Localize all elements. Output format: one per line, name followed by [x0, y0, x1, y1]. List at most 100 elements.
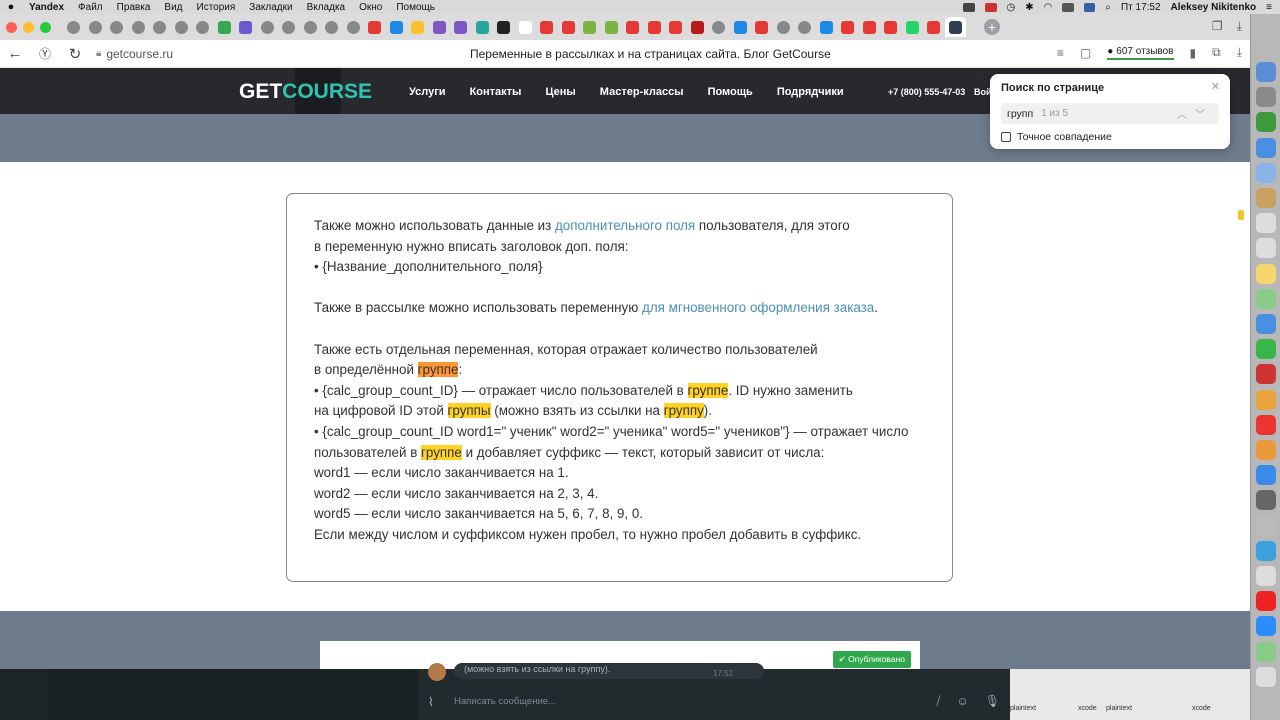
menu-list-icon[interactable]: ≡ [1266, 2, 1272, 13]
browser-tab[interactable] [536, 17, 558, 37]
emoji-icon[interactable]: ☺ [957, 694, 969, 709]
maximize-window-button[interactable] [40, 21, 51, 33]
reload-icon[interactable]: ↻ [60, 45, 90, 63]
chevron-down-icon[interactable]: ﹀ [1195, 110, 1213, 121]
dock-app-icon[interactable] [1256, 314, 1276, 334]
browser-tab[interactable] [493, 17, 515, 37]
apple-icon[interactable]: ● [0, 1, 22, 13]
nav-contractors[interactable]: Подрядчики [777, 86, 844, 98]
nav-help[interactable]: Помощь [708, 86, 753, 98]
protect-icon[interactable]: ▢ [1080, 46, 1091, 60]
menu-history[interactable]: История [190, 2, 243, 13]
browser-tab[interactable] [515, 17, 537, 37]
bookmark-icon[interactable]: ▮ [1190, 46, 1197, 60]
dock-app-icon[interactable] [1256, 137, 1276, 158]
battery-icon[interactable] [1062, 2, 1075, 12]
browser-tab[interactable] [773, 17, 795, 37]
browser-tab[interactable] [192, 17, 214, 37]
login-link[interactable]: Вой [974, 87, 992, 97]
browser-tab[interactable] [343, 17, 365, 37]
browser-tab[interactable] [902, 17, 924, 37]
zoom-status-icon[interactable] [962, 2, 975, 12]
dock-app-icon[interactable] [1256, 87, 1276, 108]
additional-field-link[interactable]: дополнительного поля [555, 218, 695, 233]
browser-tab[interactable] [407, 17, 429, 37]
instant-order-link[interactable]: для мгновенного оформления заказа [642, 300, 874, 315]
search-icon[interactable]: ⌕ [1105, 2, 1111, 13]
browser-tab[interactable] [85, 17, 107, 37]
chevron-up-icon[interactable]: ︿ [1177, 110, 1195, 121]
menu-app-name[interactable]: Yandex [22, 2, 71, 13]
browser-tab[interactable] [472, 17, 494, 37]
getcourse-logo[interactable]: GETCOURSE [239, 80, 372, 104]
dock-app-icon[interactable] [1256, 263, 1276, 284]
reviews-badge[interactable]: ● 607 отзывов [1107, 46, 1174, 60]
phone-link[interactable]: +7 (800) 555-47-03 [888, 87, 965, 97]
tabs-overview-icon[interactable]: ❐ [1212, 19, 1223, 34]
browser-tab[interactable] [644, 17, 666, 37]
dock-app-icon[interactable] [1256, 112, 1276, 133]
browser-tab[interactable] [386, 17, 408, 37]
minimize-window-button[interactable] [23, 21, 34, 33]
dock-app-icon[interactable] [1256, 162, 1276, 183]
command-icon[interactable]: ⧸ [936, 694, 940, 709]
nav-masterclasses[interactable]: Мастер-классы [600, 86, 684, 98]
browser-tab[interactable] [794, 17, 816, 37]
browser-tab[interactable] [149, 17, 171, 37]
dock-app-icon[interactable] [1256, 389, 1276, 410]
download-icon[interactable]: ⤓ [1237, 45, 1242, 60]
nav-contacts[interactable]: Контакты [470, 86, 522, 98]
url-field[interactable]: 🔒︎ getcourse.ru [96, 47, 173, 61]
close-window-button[interactable] [6, 21, 17, 33]
back-arrow-icon[interactable]: ← [0, 45, 30, 62]
dock-app-icon[interactable] [1256, 288, 1276, 309]
nav-prices[interactable]: Цены [545, 86, 575, 98]
dock-app-icon[interactable] [1256, 465, 1276, 486]
menu-edit[interactable]: Правка [110, 2, 158, 13]
dock-app-icon[interactable] [1256, 62, 1276, 82]
dock-app-icon[interactable] [1256, 641, 1276, 662]
menu-view[interactable]: Вид [157, 2, 189, 13]
browser-tab[interactable] [751, 17, 773, 37]
dock-app-icon[interactable] [1256, 238, 1276, 259]
time-machine-icon[interactable]: ◷ [1007, 2, 1016, 13]
dock-app-icon[interactable] [1256, 566, 1276, 586]
collections-icon[interactable]: ⧉ [1212, 45, 1221, 60]
browser-tab[interactable] [601, 17, 623, 37]
browser-tab[interactable] [665, 17, 687, 37]
browser-tab[interactable] [300, 17, 322, 37]
dock-app-icon[interactable] [1256, 616, 1276, 637]
dock-app-icon[interactable] [1256, 414, 1276, 435]
browser-tab[interactable] [214, 17, 236, 37]
exact-match-option[interactable]: Точное совпадение [1001, 131, 1219, 143]
browser-tab[interactable] [944, 17, 966, 37]
flag-icon[interactable] [1084, 2, 1096, 12]
browser-tab[interactable] [106, 17, 128, 37]
browser-tab[interactable] [450, 17, 472, 37]
dock-app-icon[interactable] [1256, 213, 1276, 234]
browser-tab[interactable] [579, 17, 601, 37]
menu-bookmarks[interactable]: Закладки [242, 2, 299, 13]
browser-tab[interactable] [63, 17, 85, 37]
browser-tab[interactable] [687, 17, 709, 37]
paperclip-icon[interactable]: ⌇ [428, 695, 434, 709]
find-search-input[interactable]: групп 1 из 5 ︿﹀ [1001, 103, 1219, 124]
yandex-icon[interactable]: Ⓨ [30, 45, 60, 62]
menu-help[interactable]: Помощь [389, 2, 442, 13]
dock-app-icon[interactable] [1256, 339, 1276, 360]
browser-tab[interactable] [171, 17, 193, 37]
scrollbar-search-marker[interactable] [1238, 210, 1244, 220]
browser-tab[interactable] [429, 17, 451, 37]
browser-tab[interactable] [321, 17, 343, 37]
menu-tab[interactable]: Вкладка [300, 2, 353, 13]
browser-tab[interactable] [364, 17, 386, 37]
new-tab-button[interactable]: + [984, 19, 1000, 35]
browser-tab[interactable] [278, 17, 300, 37]
microphone-icon[interactable]: 🎙︎ [985, 694, 1000, 709]
browser-tab[interactable] [558, 17, 580, 37]
message-input[interactable]: Написать сообщение... [454, 696, 556, 707]
wifi-icon[interactable]: ◠ [1044, 2, 1053, 13]
dock-app-icon[interactable] [1256, 188, 1276, 208]
close-icon[interactable]: ✕ [1211, 80, 1220, 93]
dock-app-icon[interactable] [1256, 364, 1276, 385]
